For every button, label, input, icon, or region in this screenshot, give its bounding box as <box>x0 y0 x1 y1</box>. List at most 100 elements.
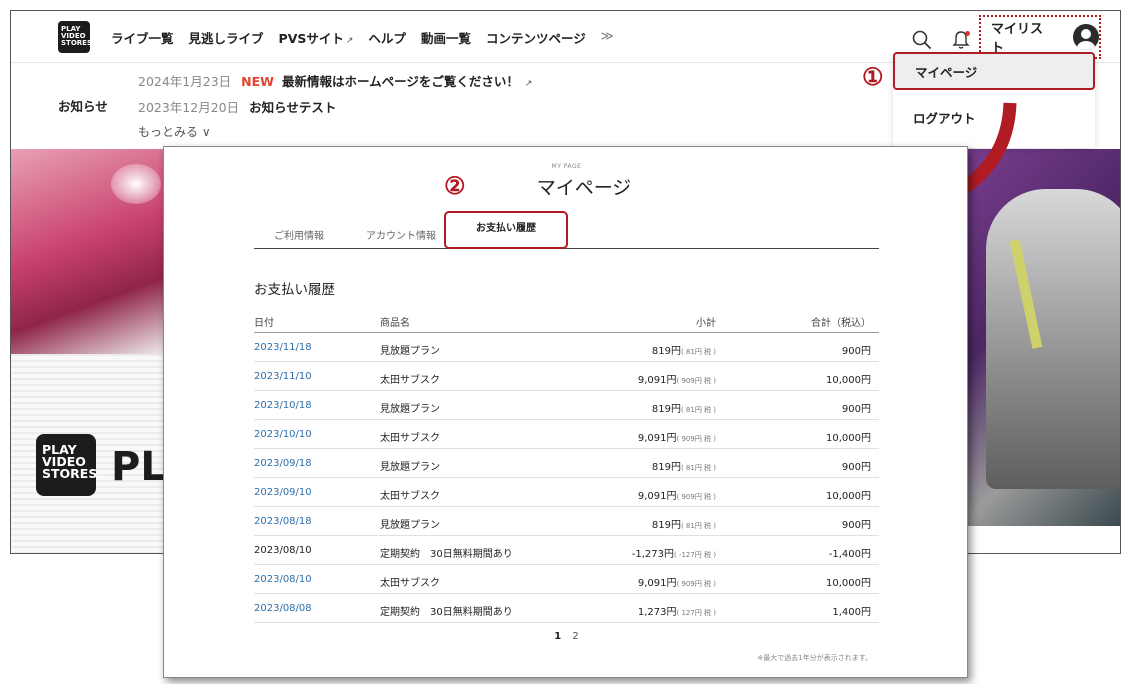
subtotal-amount: -1,273円 <box>631 549 674 560</box>
row-date[interactable]: 2023/09/18 <box>254 458 312 469</box>
row-date[interactable]: 2023/08/08 <box>254 603 312 614</box>
hero-title-partial: PL <box>111 444 166 490</box>
row-date[interactable]: 2023/11/10 <box>254 371 312 382</box>
nav-link-label: PVSサイト <box>278 31 344 46</box>
news-item[interactable]: 2023年12月20日 お知らせテスト <box>138 97 336 116</box>
dropdown-mypage[interactable]: マイページ <box>893 52 1095 90</box>
nav-more-icon[interactable]: ≫ <box>601 28 614 47</box>
hero-image-left: PLAY VIDEO STORES PL <box>11 149 171 553</box>
subtotal-amount: 1,273円 <box>637 607 677 618</box>
row-product: 太田サブスク <box>380 375 440 386</box>
external-link-icon: ↗ <box>524 79 533 89</box>
tax-amount: ( -127円 税 ) <box>673 551 716 559</box>
tax-amount: ( 81円 税 ) <box>680 348 716 356</box>
row-total: 10,000円 <box>826 375 871 386</box>
table-row: 2023/08/08 定期契約 30日無料期間あり 1,273円( 127円 税 )… <box>254 594 879 623</box>
tax-amount: ( 909円 税 ) <box>676 580 717 588</box>
new-badge: NEW <box>241 74 274 89</box>
subtotal-amount: 819円 <box>651 520 681 531</box>
page-current: 1 <box>554 631 562 642</box>
table-row: 2023/09/10 太田サブスク 9,091円( 909円 税 ) 10,000円 <box>254 478 879 507</box>
row-date[interactable]: 2023/11/18 <box>254 342 312 353</box>
nav-link-help[interactable]: ヘルプ <box>368 28 406 47</box>
row-subtotal: 819円( 81円 税 ) <box>652 400 716 415</box>
row-date[interactable]: 2023/10/18 <box>254 400 312 411</box>
subtotal-amount: 9,091円 <box>637 578 677 589</box>
row-subtotal: 9,091円( 909円 税 ) <box>638 371 716 386</box>
row-subtotal: 9,091円( 909円 税 ) <box>638 487 716 502</box>
bell-icon[interactable] <box>951 29 971 51</box>
row-date[interactable]: 2023/08/18 <box>254 516 312 527</box>
logo-line: STORES <box>42 466 98 481</box>
table-row: 2023/11/18 見放題プラン 819円( 81円 税 ) 900円 <box>254 333 879 362</box>
tax-amount: ( 909円 税 ) <box>676 493 717 501</box>
news-section: お知らせ 2024年1月23日 NEW 最新情報はホームページをご覧ください！ … <box>11 63 891 149</box>
row-subtotal: 819円( 81円 税 ) <box>652 458 716 473</box>
column-header-product: 商品名 <box>380 318 410 329</box>
nav-link-pvs-site[interactable]: PVSサイト ↗ <box>279 28 354 47</box>
nav-link-video-list[interactable]: 動画一覧 <box>421 28 471 47</box>
row-total: 1,400円 <box>832 607 871 618</box>
nav-link-missed-live[interactable]: 見逃しライブ <box>189 28 264 47</box>
row-total: 10,000円 <box>826 578 871 589</box>
news-date: 2024年1月23日 <box>138 74 232 89</box>
table-row: 2023/10/10 太田サブスク 9,091円( 909円 税 ) 10,000円 <box>254 420 879 449</box>
news-more-link[interactable]: もっとみる ∨ <box>138 123 211 140</box>
row-subtotal: 819円( 81円 税 ) <box>652 516 716 531</box>
row-total: 10,000円 <box>826 433 871 444</box>
tax-amount: ( 81円 税 ) <box>680 522 716 530</box>
site-logo[interactable]: PLAY VIDEO STORES <box>58 21 92 53</box>
news-date: 2023年12月20日 <box>138 100 240 115</box>
tab-account-info[interactable]: アカウント情報 <box>366 227 436 242</box>
mylist-link[interactable]: マイリスト <box>991 18 1055 56</box>
row-subtotal: -1,273円( -127円 税 ) <box>632 545 716 560</box>
avatar-icon[interactable] <box>1073 24 1099 50</box>
tab-payment-history[interactable]: お支払い履歴 <box>444 211 568 249</box>
news-item[interactable]: 2024年1月23日 NEW 最新情報はホームページをご覧ください！ ↗ <box>138 71 532 90</box>
search-icon[interactable] <box>911 29 933 51</box>
table-row: 2023/08/10 定期契約 30日無料期間あり -1,273円( -127円 税… <box>254 536 879 565</box>
row-product: 定期契約 30日無料期間あり <box>380 549 513 560</box>
pagination: 1 2 <box>164 631 969 642</box>
subtotal-amount: 9,091円 <box>637 433 677 444</box>
subtotal-amount: 819円 <box>651 462 681 473</box>
row-product: 太田サブスク <box>380 578 440 589</box>
tax-amount: ( 909円 税 ) <box>676 435 717 443</box>
row-total: 900円 <box>841 404 871 415</box>
stage-light <box>111 164 161 204</box>
subtotal-amount: 9,091円 <box>637 491 677 502</box>
row-date[interactable]: 2023/10/10 <box>254 429 312 440</box>
column-header-total: 合計（税込） <box>811 318 871 329</box>
page-link-2[interactable]: 2 <box>572 631 578 642</box>
row-product: 見放題プラン <box>380 404 440 415</box>
logo-line: STORES <box>61 39 92 47</box>
tax-amount: ( 909円 税 ) <box>676 377 717 385</box>
row-date: 2023/08/10 <box>254 545 312 556</box>
page-subtitle: MY PAGE <box>551 163 582 170</box>
callout-number-1: ① <box>862 62 884 91</box>
table-header: 日付 商品名 小計 合計（税込） <box>254 305 879 333</box>
nav-link-content-page[interactable]: コンテンツページ <box>486 28 586 47</box>
row-total: 900円 <box>841 520 871 531</box>
row-total: -1,400円 <box>828 549 871 560</box>
subtotal-amount: 819円 <box>651 346 681 357</box>
table-row: 2023/11/10 太田サブスク 9,091円( 909円 税 ) 10,000円 <box>254 362 879 391</box>
table-row: 2023/08/10 太田サブスク 9,091円( 909円 税 ) 10,000円 <box>254 565 879 594</box>
table-body: 2023/11/18 見放題プラン 819円( 81円 税 ) 900円 2023/11… <box>254 333 879 623</box>
history-note: ※最大で過去1年分が表示されます。 <box>757 654 872 662</box>
mypage-tabs: ご利用情報 アカウント情報 お支払い履歴 <box>254 211 879 249</box>
row-date[interactable]: 2023/08/10 <box>254 574 312 585</box>
row-product: 定期契約 30日無料期間あり <box>380 607 513 618</box>
news-text: 最新情報はホームページをご覧ください！ <box>281 74 519 89</box>
row-subtotal: 9,091円( 909円 税 ) <box>638 574 716 589</box>
page-title: マイページ <box>536 177 632 199</box>
nav-link-live-list[interactable]: ライブ一覧 <box>111 28 174 47</box>
row-date[interactable]: 2023/09/10 <box>254 487 312 498</box>
section-title: お支払い履歴 <box>254 282 335 298</box>
table-row: 2023/08/18 見放題プラン 819円( 81円 税 ) 900円 <box>254 507 879 536</box>
news-label: お知らせ <box>58 99 108 114</box>
tax-amount: ( 127円 税 ) <box>676 609 717 617</box>
row-total: 10,000円 <box>826 491 871 502</box>
column-header-subtotal: 小計 <box>696 318 716 329</box>
tab-usage-info[interactable]: ご利用情報 <box>274 227 324 242</box>
